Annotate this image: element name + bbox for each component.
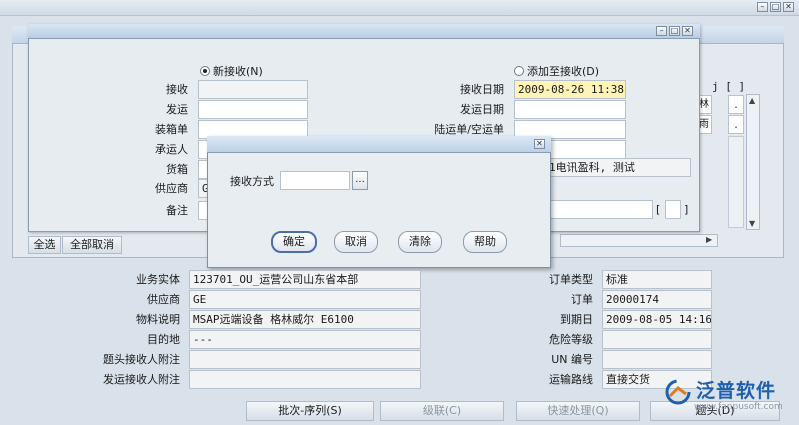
destination-label: 目的地 bbox=[147, 333, 180, 346]
app-frame-topbar bbox=[0, 0, 799, 16]
receipt-date-field[interactable]: 2009-08-26 11:38 bbox=[514, 80, 626, 99]
item-description-label: 物料说明 bbox=[136, 313, 180, 326]
flex-bracket-left: [ bbox=[656, 203, 661, 216]
select-all-button[interactable]: 全选 bbox=[28, 236, 61, 254]
maximize-icon[interactable]: □ bbox=[770, 2, 781, 12]
receipt-method-field[interactable] bbox=[280, 171, 350, 190]
bg-grid-cell: 雨 bbox=[698, 115, 712, 134]
dialog-titlebar bbox=[207, 136, 551, 153]
order-type-field: 标准 bbox=[602, 270, 712, 289]
flex-bracket-right: ] bbox=[684, 203, 689, 216]
header-receiver-note-field bbox=[189, 350, 421, 369]
operating-unit-label: 业务实体 bbox=[136, 273, 180, 286]
ship-date-field[interactable] bbox=[514, 100, 626, 119]
order-label: 订单 bbox=[571, 293, 593, 306]
deselect-all-button[interactable]: 全部取消 bbox=[62, 236, 122, 254]
horizontal-scrollbar[interactable] bbox=[560, 234, 718, 247]
shipment-receiver-note-label: 发运接收人附注 bbox=[103, 373, 180, 386]
receipt-label: 接收 bbox=[166, 83, 188, 96]
close-icon[interactable]: ✕ bbox=[682, 26, 693, 36]
lov-button[interactable]: ... bbox=[352, 171, 368, 190]
maximize-icon[interactable]: □ bbox=[669, 26, 680, 36]
destination-field: --- bbox=[189, 330, 421, 349]
operating-unit-field: 123701_OU_运营公司山东省本部 bbox=[189, 270, 421, 289]
shipment-receiver-note-field bbox=[189, 370, 421, 389]
containers-label: 货箱 bbox=[166, 163, 188, 176]
radio-add-label: 添加至接收(D) bbox=[527, 65, 600, 78]
minimize-icon[interactable]: – bbox=[656, 26, 667, 36]
supplier-site-field[interactable]: 1电讯盈科, 测试 bbox=[545, 158, 691, 177]
due-date-label: 到期日 bbox=[560, 313, 593, 326]
receive-window-controls: – □ ✕ bbox=[656, 26, 693, 36]
ok-button[interactable]: 确定 bbox=[271, 231, 317, 253]
watermark-brand: 泛普软件 bbox=[696, 380, 777, 402]
routing-label: 运输路线 bbox=[549, 373, 593, 386]
radio-unselected-icon bbox=[514, 66, 524, 76]
hazard-class-label: 危险等级 bbox=[549, 333, 593, 346]
supplier-detail-label: 供应商 bbox=[147, 293, 180, 306]
watermark: 泛普软件 www.fanpusoft.com bbox=[664, 374, 794, 414]
watermark-url: www.fanpusoft.com bbox=[694, 402, 783, 412]
cascade-button[interactable]: 级联(C) bbox=[380, 401, 504, 421]
scroll-right-icon[interactable]: ▶ bbox=[706, 235, 712, 244]
comments-extension-field[interactable] bbox=[545, 200, 653, 219]
close-icon[interactable]: ✕ bbox=[783, 2, 794, 12]
item-description-field: MSAP远端设备 格林威尔 E6100 bbox=[189, 310, 421, 329]
receive-window-titlebar bbox=[28, 24, 700, 39]
express-button[interactable]: 快速处理(Q) bbox=[516, 401, 640, 421]
cancel-button[interactable]: 取消 bbox=[334, 231, 378, 253]
un-number-field bbox=[602, 350, 712, 369]
shipment-label: 发运 bbox=[166, 103, 188, 116]
radio-add-to-receipt[interactable]: 添加至接收(D) bbox=[514, 63, 599, 79]
bg-grid-column bbox=[728, 136, 744, 228]
receipt-date-label: 接收日期 bbox=[460, 83, 504, 96]
radio-selected-icon bbox=[200, 66, 210, 76]
bg-grid-dot[interactable]: . bbox=[728, 95, 744, 114]
minimize-icon[interactable]: – bbox=[757, 2, 768, 12]
supplier-label: 供应商 bbox=[155, 182, 188, 195]
help-button[interactable]: 帮助 bbox=[463, 231, 507, 253]
bg-grid-header: j [ ] bbox=[712, 80, 746, 93]
vertical-scrollbar[interactable] bbox=[746, 94, 760, 230]
order-field: 20000174 bbox=[602, 290, 712, 309]
supplier-detail-field: GE bbox=[189, 290, 421, 309]
scroll-down-icon[interactable]: ▼ bbox=[749, 219, 755, 228]
carrier-label: 承运人 bbox=[155, 143, 188, 156]
shipment-field[interactable] bbox=[198, 100, 308, 119]
hazard-class-field bbox=[602, 330, 712, 349]
scroll-up-icon[interactable]: ▲ bbox=[749, 96, 755, 105]
app-window-controls: – □ ✕ bbox=[757, 2, 794, 12]
un-number-label: UN 编号 bbox=[551, 353, 593, 366]
radio-new-receipt[interactable]: 新接收(N) bbox=[200, 63, 263, 79]
header-receiver-note-label: 题头接收人附注 bbox=[103, 353, 180, 366]
clear-button[interactable]: 清除 bbox=[398, 231, 442, 253]
receipt-field[interactable] bbox=[198, 80, 308, 99]
lot-serial-button[interactable]: 批次-序列(S) bbox=[246, 401, 374, 421]
due-date-field: 2009-08-05 14:16 bbox=[602, 310, 712, 329]
packing-slip-label: 装箱单 bbox=[155, 123, 188, 136]
radio-new-label: 新接收(N) bbox=[213, 65, 263, 78]
bg-grid-dot[interactable]: . bbox=[728, 115, 744, 134]
close-icon[interactable]: ✕ bbox=[534, 139, 545, 149]
bg-grid-cell: 林 bbox=[698, 95, 712, 114]
ship-date-label: 发运日期 bbox=[460, 103, 504, 116]
comments-label: 备注 bbox=[166, 204, 188, 217]
flexfield-box[interactable] bbox=[665, 200, 681, 219]
receipt-method-label: 接收方式 bbox=[230, 175, 274, 188]
order-type-label: 订单类型 bbox=[549, 273, 593, 286]
brand-logo-icon bbox=[665, 379, 691, 405]
